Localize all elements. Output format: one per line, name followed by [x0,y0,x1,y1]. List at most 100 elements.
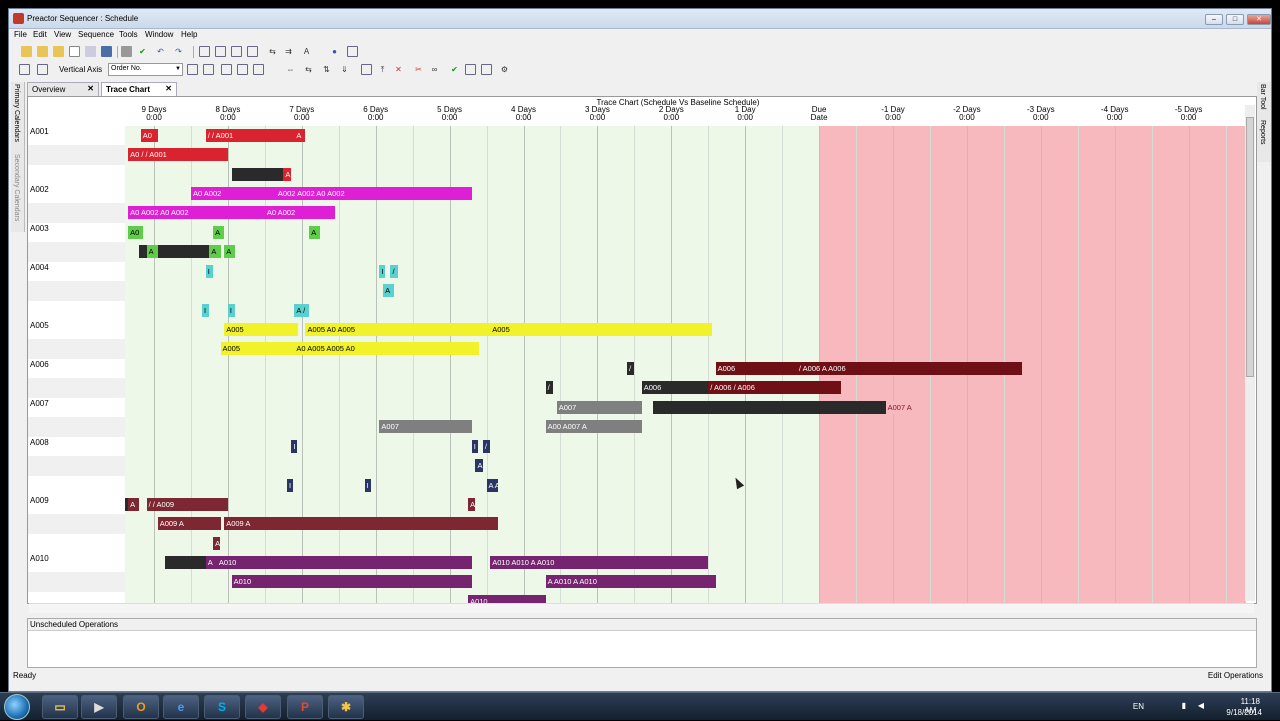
outlook-icon[interactable]: O [123,695,159,719]
sort-icon[interactable]: ⇆ [267,46,278,57]
tab-overview[interactable]: Overview ✕ [27,82,99,96]
view-icon[interactable] [215,46,226,57]
fit-icon[interactable] [253,64,264,75]
schedule-bar[interactable]: A [475,459,483,473]
schedule-bar[interactable]: A009 A [224,517,498,531]
skype-icon[interactable]: S [204,695,240,719]
schedule-bar[interactable]: A010 A010 A A010 [490,556,709,569]
bar-tool-tab[interactable]: Bar Tool [1259,84,1266,110]
schedule-bar[interactable]: I [205,265,214,278]
schedule-bar[interactable]: A0 A002 [190,187,276,200]
schedule-bar[interactable]: / [545,381,554,395]
schedule-bar[interactable]: A002 A002 A0 A002 [275,187,472,200]
menu-window[interactable]: Window [145,30,173,39]
unlink-icon[interactable]: ✂ [413,64,424,75]
new-document-icon[interactable] [69,46,80,57]
list-icon[interactable] [37,64,48,75]
view-icon[interactable] [247,46,258,57]
menu-sequence[interactable]: Sequence [78,30,114,39]
schedule-bar[interactable]: A0 / / A001 [128,148,228,162]
explorer-icon[interactable]: ▭ [42,695,78,719]
schedule-bar[interactable]: / / A009 [146,498,228,511]
schedule-bar[interactable]: A009 A [157,517,221,531]
menu-edit[interactable]: Edit [33,30,47,39]
maximize-button[interactable]: □ [1226,14,1244,25]
zoom-icon[interactable] [187,64,198,75]
schedule-bar[interactable]: A010 [216,556,472,569]
schedule-bar[interactable]: A00 A007 A [545,420,642,434]
schedule-bar[interactable]: A0 A002 A0 A002 [128,206,265,220]
schedule-bar[interactable] [652,401,886,414]
app-icon[interactable]: ✱ [328,695,364,719]
save-icon[interactable] [101,46,112,57]
align-icon[interactable]: ⇓ [339,64,350,75]
schedule-bar[interactable]: / / A001 [205,129,295,142]
delete-icon[interactable]: ✕ [393,64,404,75]
schedule-bar[interactable]: A A010 A A010 [545,575,716,589]
view-icon[interactable] [199,46,210,57]
zoom-icon[interactable] [203,64,214,75]
schedule-bar[interactable]: I [364,478,371,492]
schedule-bar[interactable]: A007 A [885,401,927,414]
secondary-calendars-tab[interactable]: Secondary Calendars [13,154,20,221]
check-icon[interactable]: ✔ [137,46,148,57]
menu-help[interactable]: Help [181,30,197,39]
print-icon[interactable] [121,46,132,57]
vertical-scrollbar[interactable] [1245,105,1255,601]
schedule-bar[interactable]: / [626,362,635,375]
schedule-bar[interactable]: A007 [556,401,642,414]
schedule-bar[interactable]: A [205,556,217,569]
horizontal-scrollbar[interactable] [29,603,1254,613]
volume-icon[interactable]: ◀ [1198,701,1204,710]
language-indicator[interactable]: EN [1133,702,1144,711]
open-schedule-icon[interactable] [37,46,48,57]
schedule-bar[interactable]: A005 [220,342,295,356]
start-button[interactable] [4,694,30,720]
layout-icon[interactable] [347,46,358,57]
network-icon[interactable]: ▮ [1182,701,1186,710]
link-icon[interactable]: ∞ [429,64,440,75]
scroll-thumb[interactable] [1246,117,1254,377]
copy-icon[interactable] [85,46,96,57]
vertical-axis-select[interactable]: Order No. ▼ [108,63,183,76]
schedule-bar[interactable]: A005 [224,323,299,336]
check-icon[interactable]: ✔ [449,64,460,75]
reports-tab[interactable]: Reports [1259,120,1266,145]
view-icon[interactable] [231,46,242,57]
help-icon[interactable]: ● [329,46,340,57]
fit-icon[interactable] [221,64,232,75]
schedule-bar[interactable]: A [309,226,321,239]
schedule-bar[interactable]: A [209,245,221,259]
schedule-bar[interactable]: A010 [231,575,472,589]
clock-date[interactable]: 9/18/2014 [1226,708,1262,717]
powerpoint-icon[interactable]: P [287,695,323,719]
schedule-bar[interactable]: A A [486,478,498,492]
schedule-bar[interactable]: I [227,303,236,317]
font-icon[interactable]: A [301,46,312,57]
schedule-bar[interactable]: / [482,440,491,453]
schedule-bar[interactable]: I [287,478,293,492]
close-button[interactable]: ✕ [1247,14,1271,25]
schedule-bar[interactable]: A007 [379,420,472,434]
schedule-bar[interactable]: A [468,498,476,511]
settings-icon[interactable]: ⚙ [499,64,510,75]
schedule-bar[interactable]: A [383,284,395,298]
redo-icon[interactable]: ↷ [173,46,184,57]
tool-icon[interactable] [361,64,372,75]
schedule-bar[interactable]: A005 [490,323,712,336]
menu-file[interactable]: File [14,30,27,39]
schedule-bar[interactable]: A [146,245,158,259]
schedule-bar[interactable]: I [202,303,210,317]
schedule-bar[interactable]: A0 [140,129,159,142]
internet-explorer-icon[interactable]: e [163,695,199,719]
up-down-icon[interactable]: ⇅ [321,64,332,75]
grid-icon[interactable] [19,64,30,75]
schedule-bar[interactable]: / A006 A A006 [796,362,1023,375]
schedule-bar[interactable]: A005 A0 A005 [305,323,491,336]
fit-icon[interactable] [237,64,248,75]
schedule-bar[interactable]: A006 [715,362,797,375]
table-icon[interactable] [481,64,492,75]
schedule-bar[interactable]: A0 A005 A005 A0 [294,342,480,356]
schedule-bar[interactable]: A [224,245,236,259]
schedule-bar[interactable]: A [213,536,221,550]
